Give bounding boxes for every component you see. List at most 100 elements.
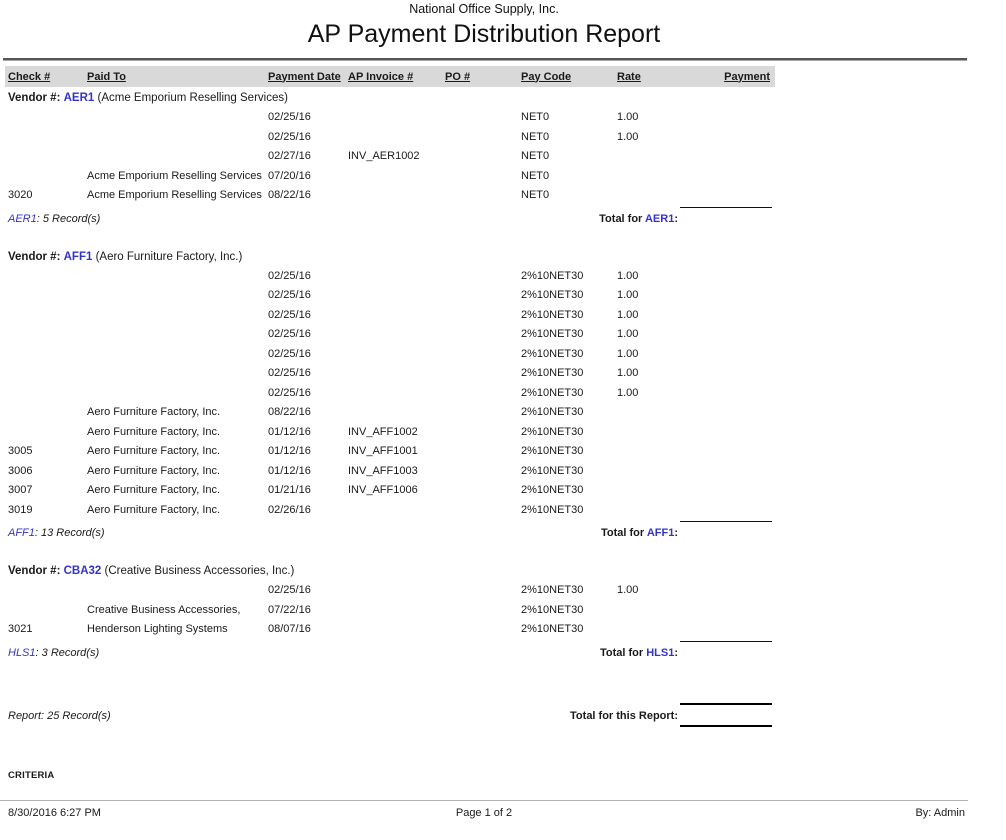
vendor-number-label: Vendor #: bbox=[8, 565, 60, 577]
cell-payment bbox=[672, 622, 770, 642]
summary-record-text: : 13 Record(s) bbox=[35, 527, 105, 539]
section-rows: 02/25/16 NET0 1.00 02/25/16 NET0 1.00 02… bbox=[0, 110, 968, 208]
cell-paid-to: Aero Furniture Factory, Inc. bbox=[87, 464, 268, 484]
section-summary-row: AFF1: 13 Record(s) Total for AFF1: bbox=[8, 525, 770, 542]
cell-paid-to: Henderson Lighting Systems bbox=[87, 622, 268, 642]
cell-payment bbox=[672, 308, 770, 328]
cell-rate bbox=[617, 464, 672, 484]
table-row: 02/25/16 NET0 1.00 bbox=[5, 110, 775, 130]
total-vendor-code: HLS1 bbox=[646, 647, 674, 659]
table-row: 02/25/16 2%10NET30 1.00 bbox=[5, 308, 775, 328]
cell-payment-date: 08/22/16 bbox=[268, 405, 348, 425]
cell-pay-code: NET0 bbox=[521, 188, 617, 208]
cell-po bbox=[445, 603, 521, 623]
cell-pay-code: 2%10NET30 bbox=[521, 327, 617, 347]
cell-payment bbox=[672, 269, 770, 289]
section-total-amount-line bbox=[680, 641, 772, 642]
cell-rate bbox=[617, 149, 672, 169]
cell-check bbox=[8, 327, 87, 347]
cell-po bbox=[445, 386, 521, 406]
table-row: 02/25/16 2%10NET30 1.00 bbox=[5, 327, 775, 347]
section-total-amount-line bbox=[680, 521, 772, 522]
cell-ap-invoice bbox=[348, 366, 445, 386]
footer-rule bbox=[0, 800, 968, 801]
section-total-amount-line bbox=[680, 207, 772, 208]
cell-ap-invoice: INV_AFF1006 bbox=[348, 483, 445, 503]
cell-check: 3007 bbox=[8, 483, 87, 503]
cell-rate bbox=[617, 503, 672, 523]
cell-pay-code: 2%10NET30 bbox=[521, 583, 617, 603]
vendor-code-link[interactable]: AFF1 bbox=[64, 251, 93, 263]
col-header-ap-invoice: AP Invoice # bbox=[348, 71, 445, 83]
vendor-code-link[interactable]: CBA32 bbox=[64, 565, 102, 577]
table-row: 02/25/16 2%10NET30 1.00 bbox=[5, 386, 775, 406]
cell-paid-to: Aero Furniture Factory, Inc. bbox=[87, 483, 268, 503]
cell-payment bbox=[672, 327, 770, 347]
section-record-count: AER1: 5 Record(s) bbox=[8, 213, 100, 225]
cell-check bbox=[8, 425, 87, 445]
cell-paid-to bbox=[87, 308, 268, 328]
cell-payment-date: 02/25/16 bbox=[268, 327, 348, 347]
cell-payment-date: 02/25/16 bbox=[268, 110, 348, 130]
table-row: Creative Business Accessories, 07/22/16 … bbox=[5, 603, 775, 623]
table-row: Aero Furniture Factory, Inc. 08/22/16 2%… bbox=[5, 405, 775, 425]
cell-rate bbox=[617, 444, 672, 464]
cell-payment bbox=[672, 464, 770, 484]
vendor-code-link[interactable]: AER1 bbox=[64, 92, 95, 104]
cell-payment-date: 01/12/16 bbox=[268, 464, 348, 484]
cell-check bbox=[8, 110, 87, 130]
total-prefix: Total for bbox=[601, 527, 647, 539]
cell-po bbox=[445, 483, 521, 503]
total-suffix: : bbox=[674, 647, 678, 659]
cell-rate bbox=[617, 425, 672, 445]
cell-check bbox=[8, 603, 87, 623]
vendor-name: (Aero Furniture Factory, Inc.) bbox=[96, 251, 243, 263]
report-record-count: Report: 25 Record(s) bbox=[8, 710, 111, 722]
cell-rate bbox=[617, 188, 672, 208]
summary-vendor-code: HLS1 bbox=[8, 647, 36, 659]
cell-payment bbox=[672, 149, 770, 169]
cell-payment bbox=[672, 444, 770, 464]
cell-po bbox=[445, 366, 521, 386]
table-row: 02/27/16 INV_AER1002 NET0 bbox=[5, 149, 775, 169]
cell-pay-code: 2%10NET30 bbox=[521, 347, 617, 367]
cell-rate: 1.00 bbox=[617, 366, 672, 386]
table-row: Aero Furniture Factory, Inc. 01/12/16 IN… bbox=[5, 425, 775, 445]
cell-ap-invoice: INV_AFF1001 bbox=[348, 444, 445, 464]
cell-check: 3005 bbox=[8, 444, 87, 464]
cell-ap-invoice bbox=[348, 269, 445, 289]
cell-payment-date: 02/25/16 bbox=[268, 288, 348, 308]
cell-pay-code: NET0 bbox=[521, 110, 617, 130]
cell-po bbox=[445, 503, 521, 523]
col-header-po: PO # bbox=[445, 71, 521, 83]
cell-paid-to bbox=[87, 130, 268, 150]
cell-pay-code: NET0 bbox=[521, 130, 617, 150]
total-prefix: Total for bbox=[600, 647, 646, 659]
cell-paid-to bbox=[87, 583, 268, 603]
cell-payment bbox=[672, 366, 770, 386]
table-row: 3019 Aero Furniture Factory, Inc. 02/26/… bbox=[5, 503, 775, 523]
cell-po bbox=[445, 327, 521, 347]
table-row: 3007 Aero Furniture Factory, Inc. 01/21/… bbox=[5, 483, 775, 503]
cell-po bbox=[445, 347, 521, 367]
cell-payment bbox=[672, 169, 770, 189]
cell-payment-date: 08/07/16 bbox=[268, 622, 348, 642]
cell-payment bbox=[672, 425, 770, 445]
table-row: 3005 Aero Furniture Factory, Inc. 01/12/… bbox=[5, 444, 775, 464]
cell-pay-code: 2%10NET30 bbox=[521, 464, 617, 484]
cell-payment-date: 08/22/16 bbox=[268, 188, 348, 208]
cell-payment-date: 02/26/16 bbox=[268, 503, 348, 523]
cell-rate: 1.00 bbox=[617, 288, 672, 308]
cell-payment-date: 02/27/16 bbox=[268, 149, 348, 169]
cell-check: 3020 bbox=[8, 188, 87, 208]
cell-paid-to bbox=[87, 327, 268, 347]
table-row: 3020 Acme Emporium Reselling Services 08… bbox=[5, 188, 775, 208]
col-header-paid-to: Paid To bbox=[87, 71, 268, 83]
summary-vendor-code: AFF1 bbox=[8, 527, 35, 539]
cell-payment-date: 02/25/16 bbox=[268, 386, 348, 406]
table-row: 02/25/16 2%10NET30 1.00 bbox=[5, 583, 775, 603]
cell-ap-invoice: INV_AER1002 bbox=[348, 149, 445, 169]
col-header-payment-date: Payment Date bbox=[268, 71, 348, 83]
cell-payment bbox=[672, 583, 770, 603]
total-vendor-code: AER1 bbox=[645, 213, 674, 225]
